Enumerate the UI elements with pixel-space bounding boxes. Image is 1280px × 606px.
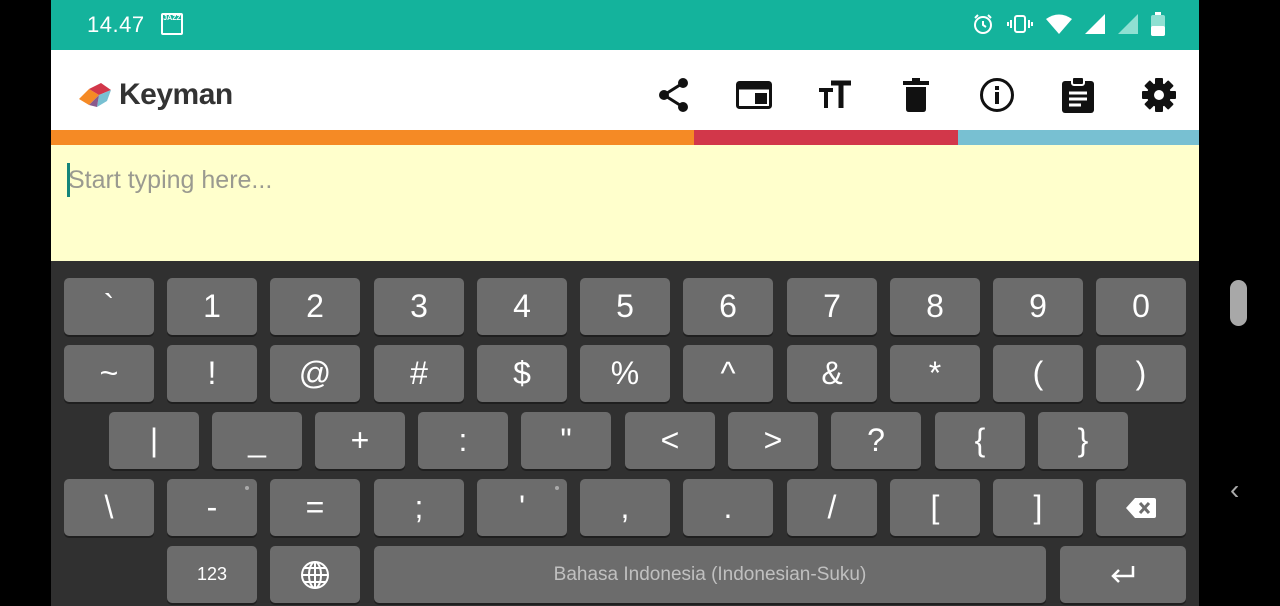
key-equals[interactable]: = bbox=[270, 479, 360, 536]
key-comma[interactable]: , bbox=[580, 479, 670, 536]
numeric-layer-key[interactable]: 123 bbox=[167, 546, 257, 603]
key-4[interactable]: 4 bbox=[477, 278, 567, 335]
backspace-icon bbox=[1126, 497, 1156, 518]
key-percent[interactable]: % bbox=[580, 345, 670, 402]
key-backslash[interactable]: \ bbox=[64, 479, 154, 536]
keyman-logo-icon bbox=[79, 83, 111, 107]
key-hyphen-label: - bbox=[206, 489, 218, 525]
enter-key[interactable] bbox=[1060, 546, 1186, 603]
key-5[interactable]: 5 bbox=[580, 278, 670, 335]
key-open-bracket[interactable]: [ bbox=[890, 479, 980, 536]
key-exclamation[interactable]: ! bbox=[167, 345, 257, 402]
clipboard-icon[interactable] bbox=[1060, 77, 1096, 113]
key-9[interactable]: 9 bbox=[993, 278, 1083, 335]
color-bar-red bbox=[694, 130, 958, 145]
info-icon[interactable] bbox=[979, 77, 1015, 113]
key-tilde[interactable]: ~ bbox=[64, 345, 154, 402]
key-6[interactable]: 6 bbox=[683, 278, 773, 335]
phone-screen: 14.47 JAZZ Keyman Start typing here... `… bbox=[51, 0, 1199, 606]
key-caret[interactable]: ^ bbox=[683, 345, 773, 402]
scroll-handle[interactable] bbox=[1230, 280, 1247, 326]
delete-icon[interactable] bbox=[898, 77, 934, 113]
key-question[interactable]: ? bbox=[831, 412, 921, 469]
key-underscore[interactable]: _ bbox=[212, 412, 302, 469]
longpress-indicator bbox=[555, 486, 559, 490]
brand-name: Keyman bbox=[119, 78, 233, 111]
key-colon[interactable]: : bbox=[418, 412, 508, 469]
battery-icon bbox=[1151, 12, 1165, 36]
vibrate-icon bbox=[1007, 15, 1033, 33]
share-icon[interactable] bbox=[656, 77, 692, 113]
text-editor[interactable]: Start typing here... bbox=[51, 145, 1199, 261]
jazz-notification-icon: JAZZ bbox=[161, 13, 183, 35]
text-cursor bbox=[67, 163, 70, 197]
key-pipe[interactable]: | bbox=[109, 412, 199, 469]
signal-icon bbox=[1085, 14, 1105, 34]
key-plus[interactable]: + bbox=[315, 412, 405, 469]
app-bar: Keyman bbox=[51, 50, 1199, 130]
key-backtick[interactable]: ` bbox=[64, 278, 154, 335]
key-double-quote[interactable]: " bbox=[521, 412, 611, 469]
key-slash[interactable]: / bbox=[787, 479, 877, 536]
key-close-brace[interactable]: } bbox=[1038, 412, 1128, 469]
key-apostrophe-label: ' bbox=[518, 489, 526, 525]
color-bar-orange bbox=[51, 130, 694, 145]
globe-icon bbox=[301, 560, 329, 589]
keyboard-layout-icon[interactable] bbox=[736, 77, 772, 113]
key-at[interactable]: @ bbox=[270, 345, 360, 402]
key-less-than[interactable]: < bbox=[625, 412, 715, 469]
key-8[interactable]: 8 bbox=[890, 278, 980, 335]
longpress-indicator bbox=[245, 486, 249, 490]
key-open-brace[interactable]: { bbox=[935, 412, 1025, 469]
key-close-bracket[interactable]: ] bbox=[993, 479, 1083, 536]
key-greater-than[interactable]: > bbox=[728, 412, 818, 469]
spacebar[interactable]: Bahasa Indonesia (Indonesian-Suku) bbox=[374, 546, 1046, 603]
enter-icon bbox=[1111, 565, 1135, 583]
key-3[interactable]: 3 bbox=[374, 278, 464, 335]
status-icons bbox=[972, 12, 1165, 36]
key-0[interactable]: 0 bbox=[1096, 278, 1186, 335]
alarm-icon bbox=[974, 14, 992, 34]
key-hash[interactable]: # bbox=[374, 345, 464, 402]
key-semicolon[interactable]: ; bbox=[374, 479, 464, 536]
key-close-paren[interactable]: ) bbox=[1096, 345, 1186, 402]
key-open-paren[interactable]: ( bbox=[993, 345, 1083, 402]
signal-secondary-icon bbox=[1118, 14, 1138, 34]
status-bar: 14.47 JAZZ bbox=[51, 0, 1199, 50]
editor-placeholder: Start typing here... bbox=[68, 166, 273, 194]
on-screen-keyboard: ` 1 2 3 4 5 6 7 8 9 0 ~ ! @ # $ % ^ & * … bbox=[51, 261, 1199, 606]
keyman-logo: Keyman bbox=[77, 78, 233, 112]
key-apostrophe[interactable]: ' bbox=[477, 479, 567, 536]
globe-key[interactable] bbox=[270, 546, 360, 603]
backspace-key[interactable] bbox=[1096, 479, 1186, 536]
settings-icon[interactable] bbox=[1141, 77, 1177, 113]
navigation-edge: ‹ bbox=[1199, 0, 1280, 606]
key-dollar[interactable]: $ bbox=[477, 345, 567, 402]
key-asterisk[interactable]: * bbox=[890, 345, 980, 402]
spacebar-label: Bahasa Indonesia (Indonesian-Suku) bbox=[553, 563, 867, 585]
key-period[interactable]: . bbox=[683, 479, 773, 536]
color-bar-blue bbox=[958, 130, 1199, 145]
key-ampersand[interactable]: & bbox=[787, 345, 877, 402]
key-hyphen[interactable]: - bbox=[167, 479, 257, 536]
key-7[interactable]: 7 bbox=[787, 278, 877, 335]
key-2[interactable]: 2 bbox=[270, 278, 360, 335]
key-1[interactable]: 1 bbox=[167, 278, 257, 335]
text-size-icon[interactable] bbox=[817, 77, 853, 113]
wifi-icon bbox=[1046, 14, 1072, 34]
back-chevron-icon[interactable]: ‹ bbox=[1230, 474, 1239, 506]
status-time: 14.47 bbox=[87, 12, 145, 37]
